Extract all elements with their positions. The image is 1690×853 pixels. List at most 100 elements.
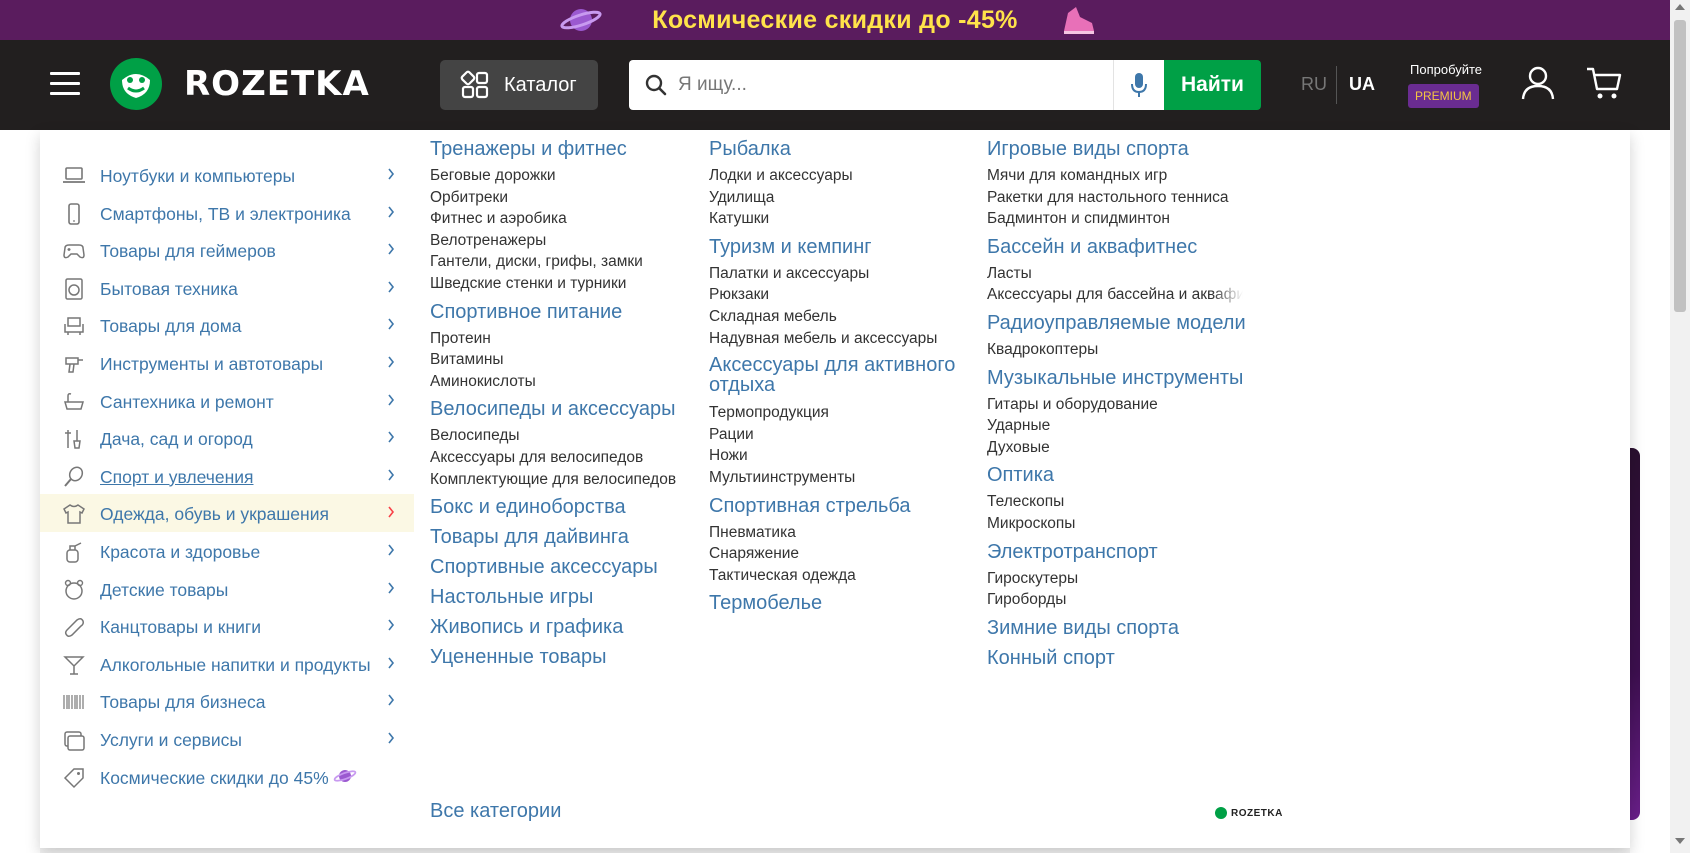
sidebar-item[interactable]: Бытовая техника [40,269,414,307]
subcategory-link[interactable]: Аминокислоты [430,373,536,391]
voice-search-button[interactable] [1113,60,1163,110]
category-title[interactable]: Бассейн и аквафитнес [987,236,1197,259]
subcategory-link[interactable]: Велотренажеры [430,232,546,250]
racket-icon [64,466,84,487]
sidebar-item[interactable]: Сантехника и ремонт [40,382,414,420]
subcategory-link[interactable]: Катушки [709,210,769,228]
category-title[interactable]: Зимние виды спорта [987,617,1179,640]
subcategory-link[interactable]: Аксессуары для велосипедов [430,449,643,467]
subcategory-link[interactable]: Гантели, диски, грифы, замки [430,253,643,271]
catalog-button[interactable]: Каталог [440,60,598,110]
category-title[interactable]: Бокс и единоборства [430,496,626,519]
scroll-down-arrow-icon[interactable] [1675,838,1685,844]
subcategory-link[interactable]: Протеин [430,330,491,348]
sidebar-item[interactable]: Космические скидки до 45% [40,758,414,796]
subcategory-link[interactable]: Духовые [987,439,1050,457]
category-title[interactable]: Конный спорт [987,647,1115,670]
subcategory-link[interactable]: Мячи для командных игр [987,167,1167,185]
subcategory-link[interactable]: Ножи [709,447,748,465]
category-title[interactable]: Товары для дайвинга [430,526,629,549]
subcategory-link[interactable]: Надувная мебель и аксессуары [709,330,937,348]
cocktail-icon [63,656,85,675]
subcategory-link[interactable]: Фитнес и аэробика [430,210,567,228]
subcategory-link[interactable]: Гироскутеры [987,570,1078,588]
subcategory-link[interactable]: Шведские стенки и турники [430,275,626,293]
subcategory-link[interactable]: Комплектующие для велосипедов [430,471,676,489]
subcategory-link[interactable]: Гироборды [987,591,1066,609]
sidebar-item[interactable]: Смартфоны, ТВ и электроника [40,194,414,232]
category-title[interactable]: Аксессуары для активного отдыха [709,355,959,395]
category-title[interactable]: Радиоуправляемые модели [987,312,1246,335]
promo-banner[interactable]: Космические скидки до -45% [0,0,1670,40]
barcode-icon [63,695,84,710]
subcategory-link[interactable]: Складная мебель [709,308,837,326]
sidebar-item[interactable]: Алкогольные напитки и продукты [40,645,414,683]
subcategory-link[interactable]: Термопродукция [709,404,829,422]
category-title[interactable]: Спортивная стрельба [709,495,911,518]
lang-ua-button[interactable]: UA [1349,74,1375,95]
subcategory-link[interactable]: Рюкзаки [709,286,769,304]
category-title[interactable]: Оптика [987,464,1054,487]
category-title[interactable]: Живопись и графика [430,616,623,639]
chevron-right-icon [388,506,395,518]
logo[interactable]: ROZETKA [110,58,410,110]
sidebar-item[interactable]: Одежда, обувь и украшения [40,494,414,533]
subcategory-link[interactable]: Велосипеды [430,427,520,445]
subcategory-link[interactable]: Рации [709,426,754,444]
category-title[interactable]: Термобелье [709,592,822,615]
sidebar-item[interactable]: Товары для геймеров [40,231,414,269]
subcategory-link[interactable]: Беговые дорожки [430,167,556,185]
sidebar-item[interactable]: Спорт и увлечения [40,457,414,495]
category-title[interactable]: Уцененные товары [430,646,607,669]
subcategory-link[interactable]: Витамины [430,351,504,369]
sidebar-item[interactable]: Канцтовары и книги [40,607,414,645]
subcategory-link[interactable]: Ракетки для настольного тенниса [987,189,1229,207]
category-title[interactable]: Рыбалка [709,138,791,161]
user-icon[interactable] [1520,65,1556,101]
subcategory-link[interactable]: Удилища [709,189,774,207]
subcategory-link[interactable]: Снаряжение [709,545,799,563]
cart-icon[interactable] [1585,65,1623,101]
category-title[interactable]: Музыкальные инструменты [987,367,1243,390]
subcategory-link[interactable]: Гитары и оборудование [987,396,1158,414]
tshirt-icon [63,504,85,525]
category-title[interactable]: Настольные игры [430,586,593,609]
subcategory-link[interactable]: Телескопы [987,493,1064,511]
premium-button[interactable]: PREMIUM [1408,84,1479,108]
scroll-up-arrow-icon[interactable] [1675,4,1685,10]
find-button[interactable]: Найти [1164,60,1261,110]
sidebar-item[interactable]: Товары для дома [40,306,414,344]
subcategory-link[interactable]: Квадрокоптеры [987,341,1098,359]
category-title[interactable]: Велосипеды и аксессуары [430,398,675,421]
menu-icon[interactable] [50,72,80,96]
sidebar-item[interactable]: Красота и здоровье [40,532,414,570]
sidebar-item[interactable]: Услуги и сервисы [40,720,414,758]
sidebar-item[interactable]: Инструменты и автотовары [40,344,414,382]
subcategory-link[interactable]: Ласты [987,265,1032,283]
sidebar-item[interactable]: Ноутбуки и компьютеры [40,156,414,194]
category-title[interactable]: Туризм и кемпинг [709,236,872,259]
subcategory-link[interactable]: Палатки и аксессуары [709,265,869,283]
subcategory-link[interactable]: Лодки и аксессуары [709,167,853,185]
sidebar-item[interactable]: Дача, сад и огород [40,419,414,457]
category-title[interactable]: Игровые виды спорта [987,138,1189,161]
sidebar-item[interactable]: Детские товары [40,570,414,608]
lang-ru-button[interactable]: RU [1301,74,1327,95]
category-title[interactable]: Спортивные аксессуары [430,556,658,579]
scrollbar[interactable] [1670,0,1690,853]
sidebar-item[interactable]: Товары для бизнеса [40,682,414,720]
subcategory-link[interactable]: Орбитреки [430,189,508,207]
category-title[interactable]: Электротранспорт [987,541,1158,564]
subcategory-link[interactable]: Тактическая одежда [709,567,856,585]
subcategory-link[interactable]: Ударные [987,417,1050,435]
search-input[interactable] [678,74,1098,96]
category-title[interactable]: Спортивное питание [430,301,622,324]
subcategory-link[interactable]: Микроскопы [987,515,1075,533]
all-categories-link[interactable]: Все категории [430,800,561,823]
subcategory-link[interactable]: Бадминтон и спидминтон [987,210,1170,228]
category-title[interactable]: Тренажеры и фитнес [430,138,627,161]
subcategory-link[interactable]: Пневматика [709,524,796,542]
subcategory-link[interactable]: Мультиинструменты [709,469,855,487]
subcategory-link[interactable]: Аксессуары для бассейна и аквафит [987,286,1243,304]
scrollbar-thumb[interactable] [1674,20,1686,312]
